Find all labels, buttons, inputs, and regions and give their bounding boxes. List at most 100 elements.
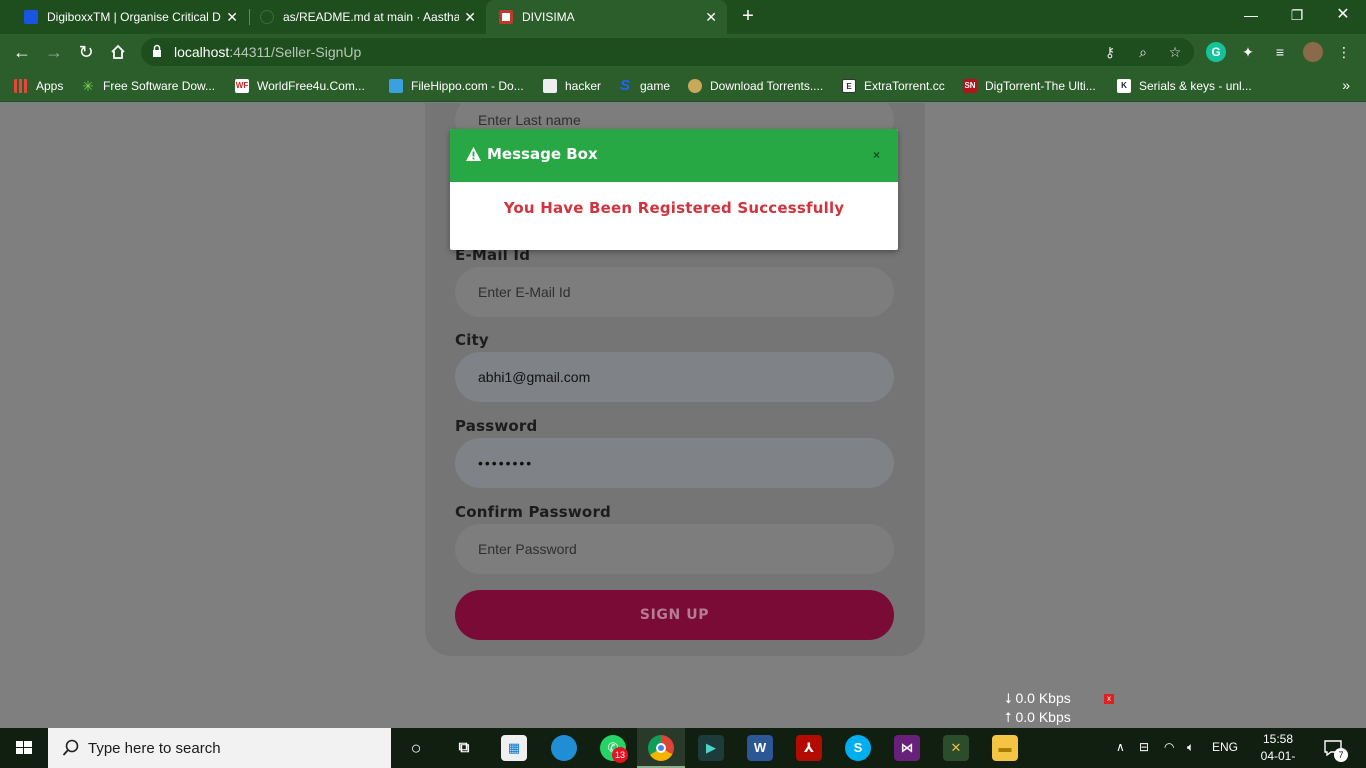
message-box-modal: Message Box × You Have Been Registered S… <box>450 129 898 250</box>
bookmark-label: WorldFree4u.Com... <box>257 79 365 93</box>
tab-digiboxx[interactable]: DigiboxxTM | Organise Critical Da ✕ <box>12 0 248 34</box>
password-label: Password <box>455 417 538 435</box>
windows-logo-icon <box>16 741 32 754</box>
close-icon[interactable]: ✕ <box>226 8 238 26</box>
window-close-button[interactable]: ✕ <box>1328 3 1358 27</box>
skype-icon[interactable]: S <box>845 735 871 761</box>
bookmark-game[interactable]: S game <box>618 77 670 95</box>
bookmark-extratorrent[interactable]: E ExtraTorrent.cc <box>842 77 945 95</box>
home-button[interactable] <box>106 40 130 64</box>
sparkle-icon: ✳ <box>82 78 94 94</box>
digiboxx-favicon-icon <box>24 10 38 24</box>
bookmark-download-torrents[interactable]: Download Torrents.... <box>688 77 823 95</box>
bookmark-star-icon[interactable]: ☆ <box>1166 43 1184 61</box>
visual-studio-icon[interactable]: ⋈ <box>894 735 920 761</box>
zoom-icon[interactable]: ⌕ <box>1134 43 1152 61</box>
bookmark-label: ExtraTorrent.cc <box>864 79 945 93</box>
browser-toolbar: ← → ↻ localhost:44311/Seller-SignUp ⚷ ⌕ … <box>0 34 1366 70</box>
grammarly-icon[interactable]: G <box>1206 42 1226 62</box>
tab-title: DigiboxxTM | Organise Critical Da <box>47 10 221 24</box>
close-icon[interactable]: ✕ <box>705 8 717 26</box>
city-input[interactable]: abhi1@gmail.com <box>455 352 894 402</box>
menu-kebab-icon[interactable]: ⋮ <box>1334 42 1354 62</box>
apps-grid-icon <box>14 79 28 93</box>
back-button[interactable]: ← <box>10 40 34 64</box>
start-button[interactable] <box>0 728 48 768</box>
filmora-icon[interactable]: ▶ <box>698 735 724 761</box>
browser-tab-bar: DigiboxxTM | Organise Critical Da ✕ as/R… <box>0 0 1366 34</box>
restore-button[interactable]: ❐ <box>1282 3 1312 27</box>
bookmark-worldfree4u[interactable]: WF WorldFree4u.Com... <box>235 77 365 95</box>
upload-speed-value: 0.0 Kbps <box>1015 709 1071 725</box>
tab-title: DIVISIMA <box>522 10 575 24</box>
bookmarks-overflow-icon[interactable]: » <box>1342 77 1350 93</box>
microsoft-store-icon[interactable]: ▦ <box>501 735 527 761</box>
bookmark-label: Free Software Dow... <box>103 79 216 93</box>
bookmark-serials-keys[interactable]: K Serials & keys - unl... <box>1117 77 1252 95</box>
divisima-favicon-icon <box>499 10 513 24</box>
github-favicon-icon <box>260 10 274 24</box>
language-indicator[interactable]: ENG <box>1212 740 1238 754</box>
profile-avatar[interactable] <box>1303 42 1323 62</box>
digtorrent-icon: SN <box>963 79 977 93</box>
task-view-icon[interactable]: ⧉ <box>451 735 477 761</box>
notification-count-badge: 7 <box>1334 748 1348 762</box>
acrobat-icon[interactable]: ⅄ <box>796 735 822 761</box>
volume-icon[interactable]: 🔈︎ <box>1187 740 1194 755</box>
password-input[interactable]: •••••••• <box>455 438 894 488</box>
extensions-puzzle-icon[interactable]: ✦ <box>1238 42 1258 62</box>
bookmark-label: Serials & keys - unl... <box>1139 79 1252 93</box>
search-placeholder: Type here to search <box>88 740 221 757</box>
bookmark-label: hacker <box>565 79 602 93</box>
clock-time: 15:58 <box>1262 732 1294 746</box>
bookmark-label: Apps <box>36 79 64 93</box>
bookmark-label: FileHippo.com - Do... <box>411 79 524 93</box>
bookmark-label: DigTorrent-The Ulti... <box>985 79 1096 93</box>
cortana-icon[interactable]: ○ <box>403 735 429 761</box>
forward-button[interactable]: → <box>42 40 66 64</box>
confirm-password-label: Confirm Password <box>455 503 611 521</box>
url-path: :44311/Seller-SignUp <box>229 44 362 60</box>
bookmark-apps[interactable]: Apps <box>14 77 63 95</box>
bookmark-hacker[interactable]: hacker <box>543 77 601 95</box>
warning-icon <box>466 147 481 161</box>
reload-button[interactable]: ↻ <box>74 40 98 64</box>
edge-icon[interactable] <box>551 735 577 761</box>
network-adapter-icon[interactable]: ⊟ <box>1139 740 1149 754</box>
clock-date: 04-01-2021 <box>1260 749 1296 768</box>
bookmark-free-software[interactable]: ✳ Free Software Dow... <box>81 77 215 95</box>
bookmark-digtorrent[interactable]: SN DigTorrent-The Ulti... <box>963 77 1096 95</box>
confirm-password-input[interactable]: Enter Password <box>455 524 894 574</box>
modal-header: Message Box × <box>450 129 898 182</box>
close-icon[interactable]: ✕ <box>464 8 476 26</box>
tab-divisima[interactable]: DIVISIMA ✕ <box>486 0 727 34</box>
media-queue-icon[interactable]: ≡ <box>1270 42 1290 62</box>
address-bar[interactable]: localhost:44311/Seller-SignUp ⚷ ⌕ ☆ <box>141 38 1194 66</box>
bookmark-label: game <box>640 79 671 93</box>
file-explorer-icon[interactable]: ▬ <box>992 735 1018 761</box>
taskbar-search-box[interactable]: Type here to search <box>48 728 391 768</box>
bookmarks-bar: Apps ✳ Free Software Dow... WF WorldFree… <box>0 70 1366 102</box>
wifi-icon[interactable]: ◠ <box>1164 740 1174 754</box>
tab-github-readme[interactable]: as/README.md at main · AasthaS ✕ <box>250 0 486 34</box>
clock[interactable]: 15:58 04-01-2021 <box>1249 731 1307 768</box>
chrome-icon[interactable] <box>648 735 674 761</box>
home-icon <box>111 44 125 59</box>
minimize-button[interactable]: — <box>1236 3 1266 27</box>
url-host: localhost <box>174 44 230 60</box>
serials-keys-icon: K <box>1117 79 1131 93</box>
whatsapp-badge: 13 <box>612 747 628 763</box>
new-tab-button[interactable]: + <box>737 5 759 27</box>
speed-meter-close-icon[interactable]: x <box>1104 694 1114 704</box>
show-hidden-icons-icon[interactable]: ∧ <box>1116 740 1125 754</box>
sign-up-button[interactable]: SIGN UP <box>455 590 894 640</box>
url-text: localhost:44311/Seller-SignUp <box>174 44 361 60</box>
email-input[interactable]: Enter E-Mail Id <box>455 267 894 317</box>
bookmark-filehippo[interactable]: FileHippo.com - Do... <box>389 77 524 95</box>
key-icon[interactable]: ⚷ <box>1101 43 1119 61</box>
vs-tool-icon[interactable]: ✕ <box>943 735 969 761</box>
modal-close-button[interactable]: × <box>873 148 880 162</box>
bookmark-label: Download Torrents.... <box>710 79 824 93</box>
search-icon <box>62 739 79 756</box>
word-icon[interactable]: W <box>747 735 773 761</box>
